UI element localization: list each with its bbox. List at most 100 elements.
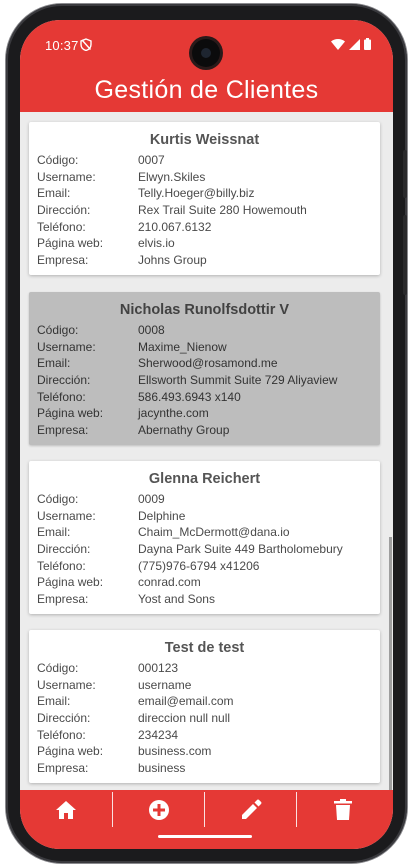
field-telefono: Teléfono: (775)976-6794 x41206	[37, 557, 372, 574]
edit-client-button[interactable]	[205, 790, 297, 829]
power-button	[403, 150, 407, 198]
home-icon	[56, 800, 76, 819]
field-username: Username: Delphine	[37, 508, 372, 525]
client-card-selected[interactable]: Nicholas Runolfsdottir V Código: 0008 Use…	[29, 292, 380, 445]
field-value: Maxime_Nienow	[138, 339, 227, 354]
home-button[interactable]	[20, 790, 112, 829]
field-value: (775)976-6794 x41206	[138, 558, 260, 573]
field-label: Página web:	[37, 744, 104, 759]
field-value: Chaim_McDermott@dana.io	[138, 525, 290, 540]
field-label: Empresa:	[37, 422, 89, 437]
field-web: Página web: business.com	[37, 743, 372, 760]
client-card[interactable]: Kurtis Weissnat Código: 0007 Username: Elw…	[29, 122, 380, 275]
field-label: Código:	[37, 492, 79, 507]
field-value: Yost and Sons	[138, 591, 215, 606]
field-label: Username:	[37, 677, 96, 692]
client-card[interactable]: Test de test Código: 000123 Username: user…	[29, 630, 380, 783]
field-label: Username:	[37, 339, 96, 354]
field-empresa: Empresa: Johns Group	[37, 252, 372, 269]
field-email: Email: email@email.com	[37, 693, 372, 710]
page-title: Gestión de Clientes	[94, 76, 319, 104]
client-list[interactable]: Kurtis Weissnat Código: 0007 Username: Elw…	[20, 112, 393, 790]
field-label: Email:	[37, 356, 71, 371]
field-label: Email:	[37, 694, 71, 709]
field-empresa: Empresa: business	[37, 760, 372, 777]
field-value: business.com	[138, 744, 212, 759]
field-codigo: Código: 0008	[37, 322, 372, 339]
app-screen: 10:37 Gestión de Clientes Kurtis Weissna…	[20, 20, 393, 849]
field-email: Email: Chaim_McDermott@dana.io	[37, 524, 372, 541]
field-telefono: Teléfono: 210.067.6132	[37, 218, 372, 235]
scrollbar-thumb[interactable]	[389, 537, 392, 790]
client-name: Glenna Reichert	[148, 471, 261, 487]
field-direccion: Dirección: Rex Trail Suite 280 Howemouth	[37, 202, 372, 219]
field-label: Dirección:	[37, 373, 91, 388]
field-label: Código:	[37, 661, 79, 676]
status-bar: 10:37	[20, 20, 393, 72]
field-value: 586.493.6943 x140	[138, 389, 241, 404]
edit-pencil-icon	[241, 799, 261, 819]
field-empresa: Empresa: Abernathy Group	[37, 422, 372, 439]
field-username: Username: Elwyn.Skiles	[37, 169, 372, 186]
phone-device: 10:37 Gestión de Clientes Kurtis Weissna…	[0, 0, 413, 867]
field-label: Página web:	[37, 406, 104, 421]
field-label: Teléfono:	[37, 389, 86, 404]
field-direccion: Dirección: Ellsworth Summit Suite 729 Ali…	[37, 372, 372, 389]
field-label: Username:	[37, 169, 96, 184]
field-label: Página web:	[37, 236, 104, 251]
field-direccion: Dirección: direccion null null	[37, 710, 372, 727]
field-direccion: Dirección: Dayna Park Suite 449 Bartholom…	[37, 541, 372, 558]
field-value: 210.067.6132	[138, 219, 212, 234]
wifi-icon	[331, 38, 345, 50]
field-value: Abernathy Group	[138, 422, 230, 437]
field-email: Email: Telly.Hoeger@billy.biz	[37, 185, 372, 202]
field-label: Dirección:	[37, 542, 91, 557]
field-label: Dirección:	[37, 711, 91, 726]
field-value: Ellsworth Summit Suite 729 Aliyaview	[138, 373, 338, 388]
delete-trash-icon	[334, 799, 352, 820]
field-value: Sherwood@rosamond.me	[138, 356, 278, 371]
field-label: Empresa:	[37, 591, 89, 606]
field-value: 000123	[138, 661, 179, 676]
battery-icon	[364, 38, 371, 50]
field-value: 0008	[138, 323, 165, 338]
field-telefono: Teléfono: 586.493.6943 x140	[37, 388, 372, 405]
field-label: Email:	[37, 525, 71, 540]
volume-button	[403, 215, 407, 295]
field-username: Username: Maxime_Nienow	[37, 339, 372, 356]
field-value: business	[138, 760, 186, 775]
add-circle-icon	[149, 799, 169, 820]
client-name: Test de test	[164, 640, 245, 656]
field-label: Empresa:	[37, 252, 89, 267]
field-web: Página web: elvis.io	[37, 235, 372, 252]
client-name: Nicholas Runolfsdottir V	[119, 302, 290, 318]
field-value: elvis.io	[138, 236, 175, 251]
field-label: Código:	[37, 323, 79, 338]
delete-client-button[interactable]	[297, 790, 389, 829]
shield-off-icon	[80, 38, 92, 51]
client-card[interactable]: Glenna Reichert Código: 0009 Username: Del…	[29, 461, 380, 614]
field-value: jacynthe.com	[138, 406, 209, 421]
cell-signal-icon	[349, 38, 360, 50]
client-name: Kurtis Weissnat	[149, 132, 260, 148]
field-web: Página web: conrad.com	[37, 574, 372, 591]
field-label: Teléfono:	[37, 558, 86, 573]
add-client-button[interactable]	[113, 790, 205, 829]
field-value: Rex Trail Suite 280 Howemouth	[138, 203, 307, 218]
field-value: Johns Group	[138, 252, 207, 267]
field-label: Empresa:	[37, 760, 89, 775]
field-web: Página web: jacynthe.com	[37, 405, 372, 422]
field-label: Página web:	[37, 575, 104, 590]
field-value: 0009	[138, 492, 165, 507]
status-time: 10:37	[45, 38, 79, 53]
field-label: Username:	[37, 508, 96, 523]
home-indicator[interactable]	[158, 835, 252, 838]
field-email: Email: Sherwood@rosamond.me	[37, 355, 372, 372]
field-label: Código:	[37, 153, 79, 168]
field-value: 0007	[138, 153, 165, 168]
field-codigo: Código: 0007	[37, 152, 372, 169]
field-value: Telly.Hoeger@billy.biz	[138, 186, 255, 201]
field-value: Elwyn.Skiles	[138, 169, 206, 184]
field-value: Delphine	[138, 508, 186, 523]
field-value: email@email.com	[138, 694, 234, 709]
